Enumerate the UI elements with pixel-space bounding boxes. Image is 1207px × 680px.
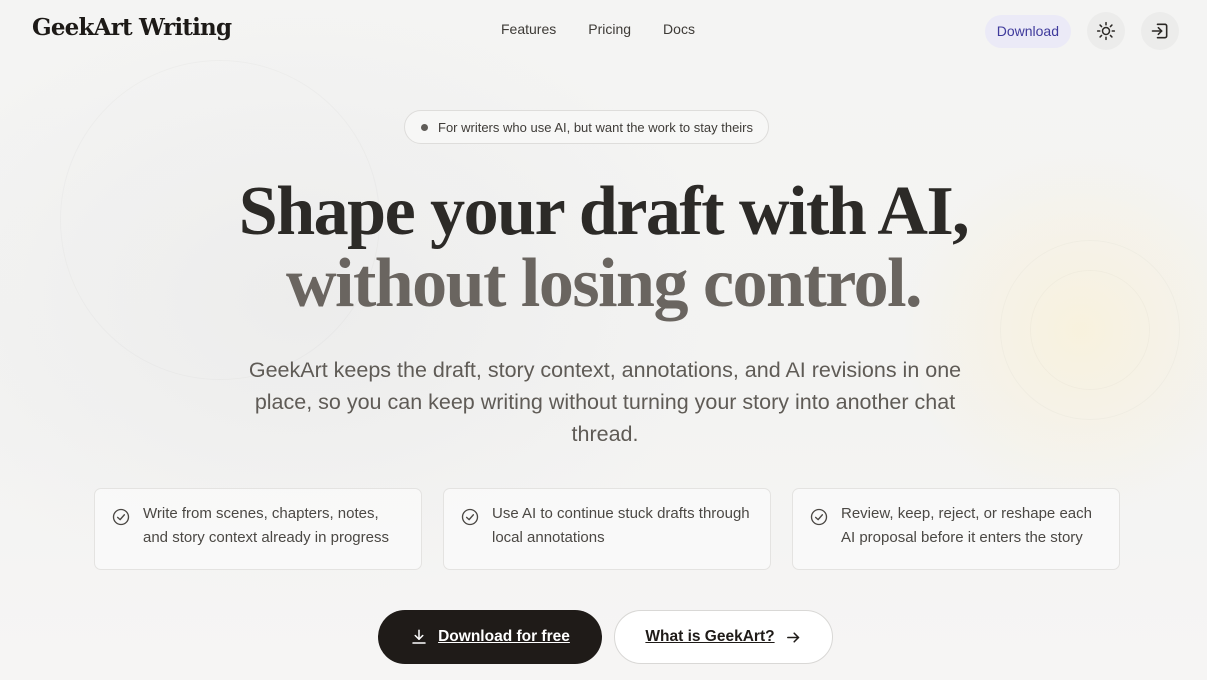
headline-line-2: without losing control. — [285, 245, 923, 322]
download-for-free-button[interactable]: Download for free — [378, 610, 602, 664]
nav-link-features[interactable]: Features — [501, 21, 556, 37]
feature-card: Use AI to continue stuck drafts through … — [443, 488, 771, 570]
what-is-geekart-button[interactable]: What is GeekArt? — [614, 610, 833, 664]
check-circle-icon — [112, 508, 130, 526]
nav-link-docs[interactable]: Docs — [663, 21, 695, 37]
download-for-free-label: Download for free — [438, 628, 570, 645]
main-nav: Features Pricing Docs — [501, 21, 695, 37]
theme-toggle-button[interactable] — [1087, 12, 1125, 50]
badge-dot — [421, 123, 428, 131]
check-circle-icon — [461, 508, 479, 526]
what-is-geekart-label: What is GeekArt? — [645, 628, 775, 645]
brand-logo[interactable]: GeekArt Writing — [32, 14, 232, 41]
sign-in-icon — [1151, 23, 1168, 39]
badge-text: For writers who use AI, but want the wor… — [438, 119, 754, 135]
hero-subtitle: GeekArt keeps the draft, story context, … — [248, 358, 962, 446]
sign-in-button[interactable] — [1141, 12, 1179, 50]
nav-link-pricing[interactable]: Pricing — [588, 21, 631, 37]
header-actions: Download — [984, 12, 1179, 50]
download-nav-button[interactable]: Download — [984, 14, 1071, 48]
feature-text: Write from scenes, chapters, notes, and … — [143, 505, 389, 546]
feature-text: Use AI to continue stuck drafts through … — [492, 505, 750, 546]
arrow-right-icon — [786, 631, 799, 643]
download-icon — [412, 629, 426, 644]
feature-card: Write from scenes, chapters, notes, and … — [94, 488, 422, 570]
feature-card: Review, keep, reject, or reshape each AI… — [792, 488, 1120, 570]
check-circle-icon — [810, 508, 828, 526]
audience-badge: For writers who use AI, but want the wor… — [404, 110, 770, 144]
feature-cards: Write from scenes, chapters, notes, and … — [94, 488, 1120, 570]
feature-text: Review, keep, reject, or reshape each AI… — [841, 505, 1092, 546]
hero-headline: Shape your draft with AI, without losing… — [0, 176, 1207, 320]
headline-line-1: Shape your draft with AI, — [238, 173, 970, 250]
sun-icon — [1096, 21, 1116, 41]
